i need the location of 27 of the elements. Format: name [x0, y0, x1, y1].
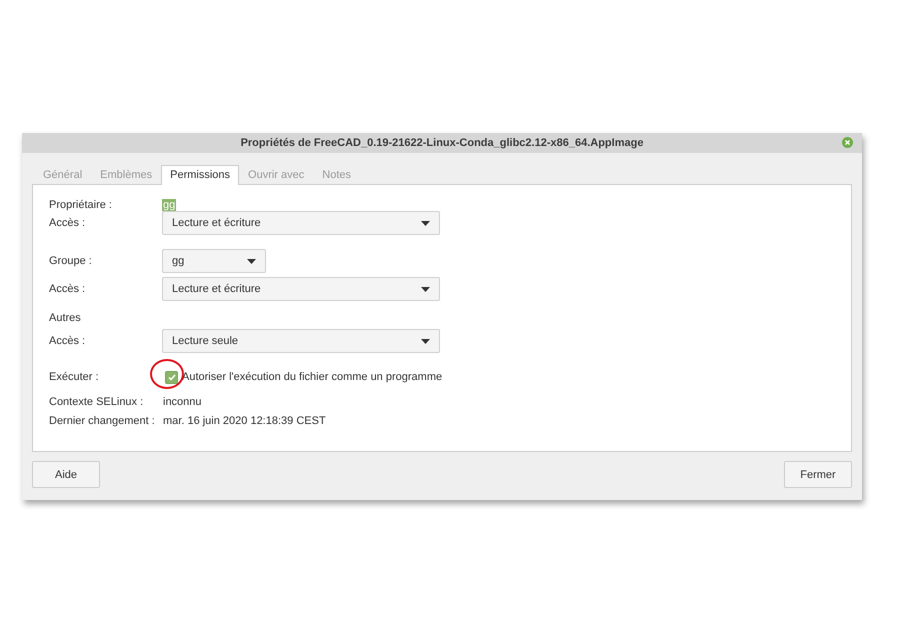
field-label: Accès :	[49, 217, 86, 229]
close-button[interactable]: Fermer	[784, 461, 852, 488]
window-title: Propriétés de FreeCAD_0.19-21622-Linux-Conda_glibc2.12-x86_64.AppImage	[240, 137, 644, 149]
dropdown[interactable]: gg	[162, 249, 266, 273]
tab[interactable]: Permissions	[161, 165, 240, 185]
checkbox[interactable]	[165, 370, 178, 384]
caret-icon	[421, 286, 430, 292]
caret-icon	[421, 220, 430, 226]
caret-icon	[421, 338, 430, 344]
help-button[interactable]: Aide	[32, 461, 100, 488]
dropdown[interactable]: Lecture et écriture	[162, 277, 440, 301]
field-value: gg	[162, 199, 176, 211]
caret-icon	[247, 258, 256, 264]
dropdown[interactable]: Lecture seule	[162, 329, 440, 353]
section-heading: Autres	[49, 312, 82, 324]
field-label: Contexte SELinux :	[49, 396, 144, 408]
dropdown[interactable]: Lecture et écriture	[162, 211, 440, 235]
field-label: Exécuter :	[49, 371, 100, 383]
field-value: inconnu	[162, 396, 203, 408]
field-label: Dernier changement :	[49, 415, 156, 427]
field-value: mar. 16 juin 2020 12:18:39 CEST	[162, 415, 327, 427]
field-label: Groupe :	[49, 255, 93, 267]
field-label: Accès :	[49, 283, 86, 295]
checkmark-icon	[168, 374, 176, 380]
field-label: Propriétaire :	[49, 199, 113, 211]
field-label: Accès :	[49, 335, 86, 347]
close-icon[interactable]	[842, 137, 853, 148]
